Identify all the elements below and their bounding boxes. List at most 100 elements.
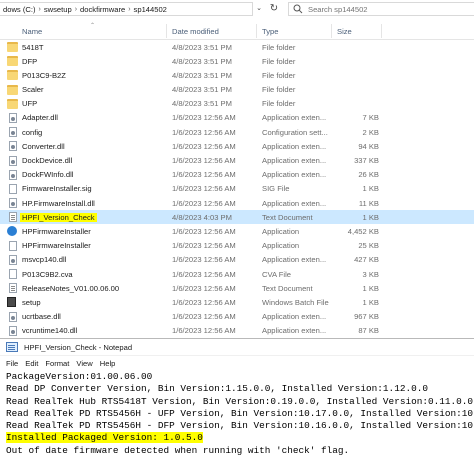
menu-help[interactable]: Help: [100, 359, 116, 368]
file-type: Application exten...: [262, 113, 327, 123]
column-header-type[interactable]: Type: [262, 27, 278, 36]
file-row[interactable]: P013C9-B2Z 4/8/2023 3:51 PM File folder: [0, 68, 474, 82]
file-name: vcruntime140.dll: [22, 326, 77, 335]
file-type: Application exten...: [262, 198, 327, 208]
column-header-name[interactable]: Name: [22, 27, 42, 36]
file-name-text: setup: [22, 297, 41, 307]
file-type: File folder: [262, 99, 296, 109]
file-date-modified: 1/6/2023 12:56 AM: [172, 283, 236, 293]
file-size: 1 KB: [362, 297, 379, 307]
breadcrumb-dockfirmware[interactable]: dockfirmware: [77, 5, 128, 14]
text-line-content: Installed Packaged Version: 1.0.5.0: [6, 432, 203, 444]
file-row[interactable]: config 1/6/2023 12:56 AM Configuration set…: [0, 125, 474, 139]
file-type: Configuration sett...: [262, 127, 328, 137]
file-list: 5418T 4/8/2023 3:51 PM File folder DFP 4/8/2…: [0, 40, 474, 338]
file-name: HP.FirmwareInstall.dll: [22, 199, 95, 208]
file-size: 337 KB: [354, 156, 379, 165]
file-type: Application: [262, 241, 300, 251]
address-bar[interactable]: dows (C:) › swsetup › dockfirmware › sp1…: [0, 2, 253, 16]
file-date-modified: 4/8/2023 4:03 PM: [172, 212, 232, 222]
file-row[interactable]: ReleaseNotes_V01.00.06.00 1/6/2023 12:56 …: [0, 281, 474, 295]
file-name-text: config: [22, 127, 43, 137]
search-input[interactable]: [305, 4, 465, 14]
column-divider[interactable]: [166, 24, 167, 38]
menu-edit[interactable]: Edit: [25, 359, 38, 368]
file-row[interactable]: HP.FirmwareInstall.dll 1/6/2023 12:56 AM A…: [0, 196, 474, 210]
column-divider[interactable]: [381, 24, 382, 38]
file-row[interactable]: P013C9B2.cva 1/6/2023 12:56 AM CVA File 3 K…: [0, 267, 474, 281]
column-header-size[interactable]: Size: [337, 27, 352, 36]
notepad-title: HPFI_Version_Check - Notepad: [24, 342, 133, 352]
file-size: 11 KB: [358, 198, 379, 208]
file-type: File folder: [262, 42, 296, 52]
column-divider[interactable]: [256, 24, 257, 38]
file-row[interactable]: vcruntime140.dll 1/6/2023 12:56 AM Applica…: [0, 324, 474, 338]
notepad-window: HPFI_Version_Check - Notepad File Edit F…: [0, 338, 474, 455]
text-line-content: Read RealTek PD RTS5456H - UFP Version, …: [6, 407, 474, 419]
menu-view[interactable]: View: [76, 359, 92, 368]
file-type: File folder: [262, 56, 296, 66]
file-row[interactable]: DFP 4/8/2023 3:51 PM File folder: [0, 54, 474, 68]
file-row[interactable]: DockDevice.dll 1/6/2023 12:56 AM Applicati…: [0, 154, 474, 168]
file-name-text: 5418T: [22, 42, 44, 52]
file-type: Application exten...: [262, 170, 327, 180]
file-row[interactable]: Converter.dll 1/6/2023 12:56 AM Applicatio…: [0, 139, 474, 153]
menu-file[interactable]: File: [6, 359, 18, 368]
file-name-text: P013C9B2.cva: [22, 269, 73, 279]
chevron-down-icon[interactable]: ⌄: [255, 5, 263, 13]
file-row[interactable]: HPFirmwareInstaller 1/6/2023 12:56 AM Appl…: [0, 239, 474, 253]
dll-icon: [9, 112, 17, 123]
text-line-content: Out of date firmware detected when runni…: [6, 444, 350, 455]
file-date-modified: 4/8/2023 3:51 PM: [172, 85, 232, 95]
file-date-modified: 1/6/2023 12:56 AM: [172, 170, 236, 180]
text-line-content: Read RealTek Hub RTS5418T Version, Bin V…: [6, 395, 473, 407]
notepad-icon: [6, 342, 18, 352]
menu-format[interactable]: Format: [45, 359, 69, 368]
notepad-text-area[interactable]: PackageVersion:01.00.06.00 Read DP Conver…: [6, 371, 474, 455]
file-row[interactable]: setup 1/6/2023 12:56 AM Windows Batch File…: [0, 295, 474, 309]
notepad-title-bar[interactable]: HPFI_Version_Check - Notepad: [0, 339, 474, 356]
file-row[interactable]: Scaler 4/8/2023 3:51 PM File folder: [0, 83, 474, 97]
file-row[interactable]: 5418T 4/8/2023 3:51 PM File folder: [0, 40, 474, 54]
file-name: P013C9B2.cva: [22, 270, 73, 279]
file-name: msvcp140.dll: [22, 255, 66, 264]
file-date-modified: 1/6/2023 12:56 AM: [172, 326, 236, 336]
file-type: Application exten...: [262, 156, 327, 165]
breadcrumb-drive[interactable]: dows (C:): [0, 5, 39, 14]
text-line: Read DP Converter Version, Bin Version:1…: [6, 383, 474, 395]
file-row[interactable]: HPFirmwareInstaller 1/6/2023 12:56 AM Appl…: [0, 224, 474, 238]
text-line: Out of date firmware detected when runni…: [6, 445, 474, 455]
column-header-date-modified[interactable]: Date modified: [172, 27, 219, 36]
file-name-text: HP.FirmwareInstall.dll: [22, 198, 95, 208]
file-name: FirmwareInstaller.sig: [22, 184, 92, 193]
file-name-text: DockDevice.dll: [22, 156, 73, 165]
dll-icon: [9, 155, 17, 166]
file-row[interactable]: DockFWInfo.dll 1/6/2023 12:56 AM Applicati…: [0, 168, 474, 182]
folder-icon: [7, 56, 18, 67]
text-line-content: Read DP Converter Version, Bin Version:1…: [6, 383, 428, 395]
refresh-icon[interactable]: ↻: [268, 3, 280, 15]
file-type: Text Document: [262, 212, 313, 222]
file-row[interactable]: FirmwareInstaller.sig 1/6/2023 12:56 AM SI…: [0, 182, 474, 196]
file-size: 967 KB: [354, 312, 379, 322]
breadcrumb-swsetup[interactable]: swsetup: [41, 5, 75, 14]
file-date-modified: 1/6/2023 12:56 AM: [172, 156, 236, 165]
file-name: Scaler: [22, 85, 44, 94]
file-name-text: Scaler: [22, 85, 44, 95]
file-row[interactable]: UFP 4/8/2023 3:51 PM File folder: [0, 97, 474, 111]
file-row[interactable]: ucrtbase.dll 1/6/2023 12:56 AM Application…: [0, 310, 474, 324]
file-row[interactable]: HPFI_Version_Check 4/8/2023 4:03 PM Text D…: [0, 210, 474, 225]
file-type: Application exten...: [262, 255, 327, 265]
folder-icon: [7, 84, 18, 95]
search-box[interactable]: [288, 2, 474, 16]
file-name: Adapter.dll: [22, 113, 58, 122]
file-type: File folder: [262, 70, 296, 80]
column-divider[interactable]: [331, 24, 332, 38]
file-icon: [9, 269, 17, 279]
file-row[interactable]: Adapter.dll 1/6/2023 12:56 AM Application …: [0, 111, 474, 125]
file-row[interactable]: msvcp140.dll 1/6/2023 12:56 AM Application…: [0, 253, 474, 267]
breadcrumb-sp144502[interactable]: sp144502: [131, 5, 170, 14]
file-date-modified: 1/6/2023 12:56 AM: [172, 269, 236, 279]
file-size: 2 KB: [362, 127, 379, 137]
file-size: 3 KB: [362, 269, 379, 279]
